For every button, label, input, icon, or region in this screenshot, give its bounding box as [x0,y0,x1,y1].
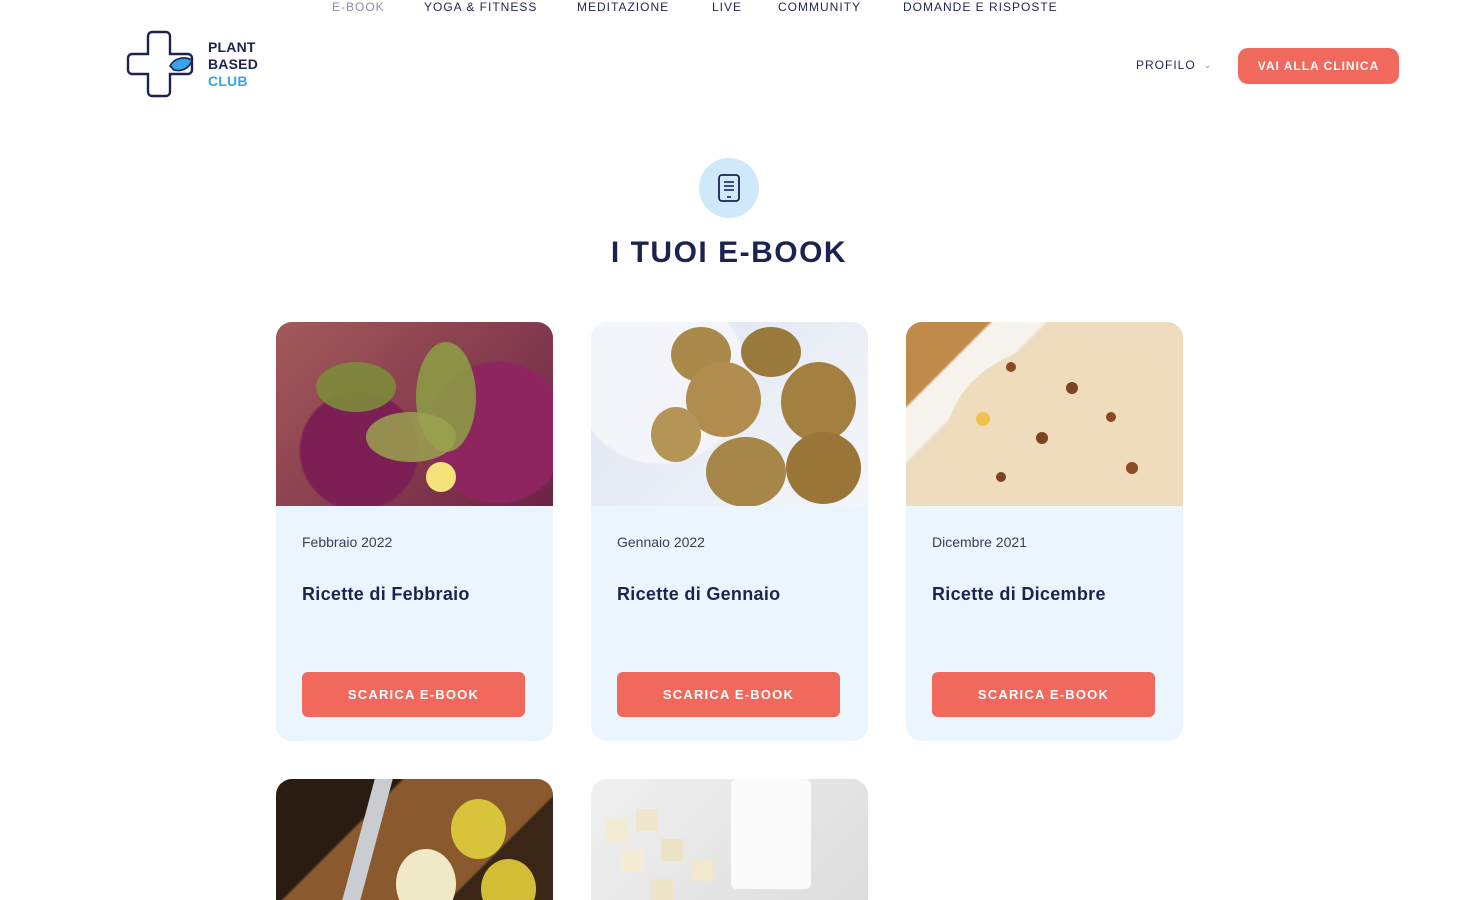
cross-leaf-logo-icon [126,30,194,98]
food-photo-tofu-milk [591,779,868,900]
ebook-icon [699,158,759,218]
ebook-card: Gennaio 2022 Ricette di Gennaio SCARICA … [591,322,868,741]
nav-item-meditazione[interactable]: MEDITAZIONE [577,0,669,14]
ebook-card [591,779,868,900]
download-ebook-button[interactable]: SCARICA E-BOOK [302,672,525,717]
food-photo-february [276,322,553,506]
ebook-card [276,779,553,900]
nav-item-domande-risposte[interactable]: DOMANDE E RISPOSTE [903,0,1058,14]
download-ebook-button[interactable]: SCARICA E-BOOK [932,672,1155,717]
site-header: PLANT BASED CLUB E-BOOK YOGA & FITNESS M… [0,0,1458,130]
brand-line-2: BASED [208,56,259,72]
brand-line-3: CLUB [208,73,248,89]
page-title: I TUOI E-BOOK [610,236,848,269]
card-date: Febbraio 2022 [302,534,393,550]
card-title: Ricette di Gennaio [617,584,781,604]
ebook-card: Dicembre 2021 Ricette di Dicembre SCARIC… [906,322,1183,741]
brand-line-1: PLANT [208,39,256,55]
card-title: Ricette di Febbraio [302,584,470,604]
nav-item-yoga-fitness[interactable]: YOGA & FITNESS [424,0,537,14]
nav-item-community[interactable]: COMMUNITY [778,0,861,14]
nav-item-live[interactable]: LIVE [712,0,742,14]
download-ebook-button[interactable]: SCARICA E-BOOK [617,672,840,717]
card-date: Dicembre 2021 [932,534,1027,550]
chevron-down-icon: ⌄ [1203,59,1213,70]
food-photo-pears [276,779,553,900]
brand-wordmark: PLANT BASED CLUB [208,39,258,90]
profile-label: PROFILO [1136,58,1196,72]
profile-menu[interactable]: PROFILO ⌄ [1136,58,1212,72]
card-title: Ricette di Dicembre [932,584,1106,604]
clinic-button[interactable]: VAI ALLA CLINICA [1238,48,1399,84]
food-photo-january [591,322,868,506]
ebook-card: Febbraio 2022 Ricette di Febbraio SCARIC… [276,322,553,741]
nav-item-ebook[interactable]: E-BOOK [332,0,385,14]
brand-logo[interactable]: PLANT BASED CLUB [126,28,276,100]
food-photo-december [906,322,1183,506]
card-date: Gennaio 2022 [617,534,705,550]
